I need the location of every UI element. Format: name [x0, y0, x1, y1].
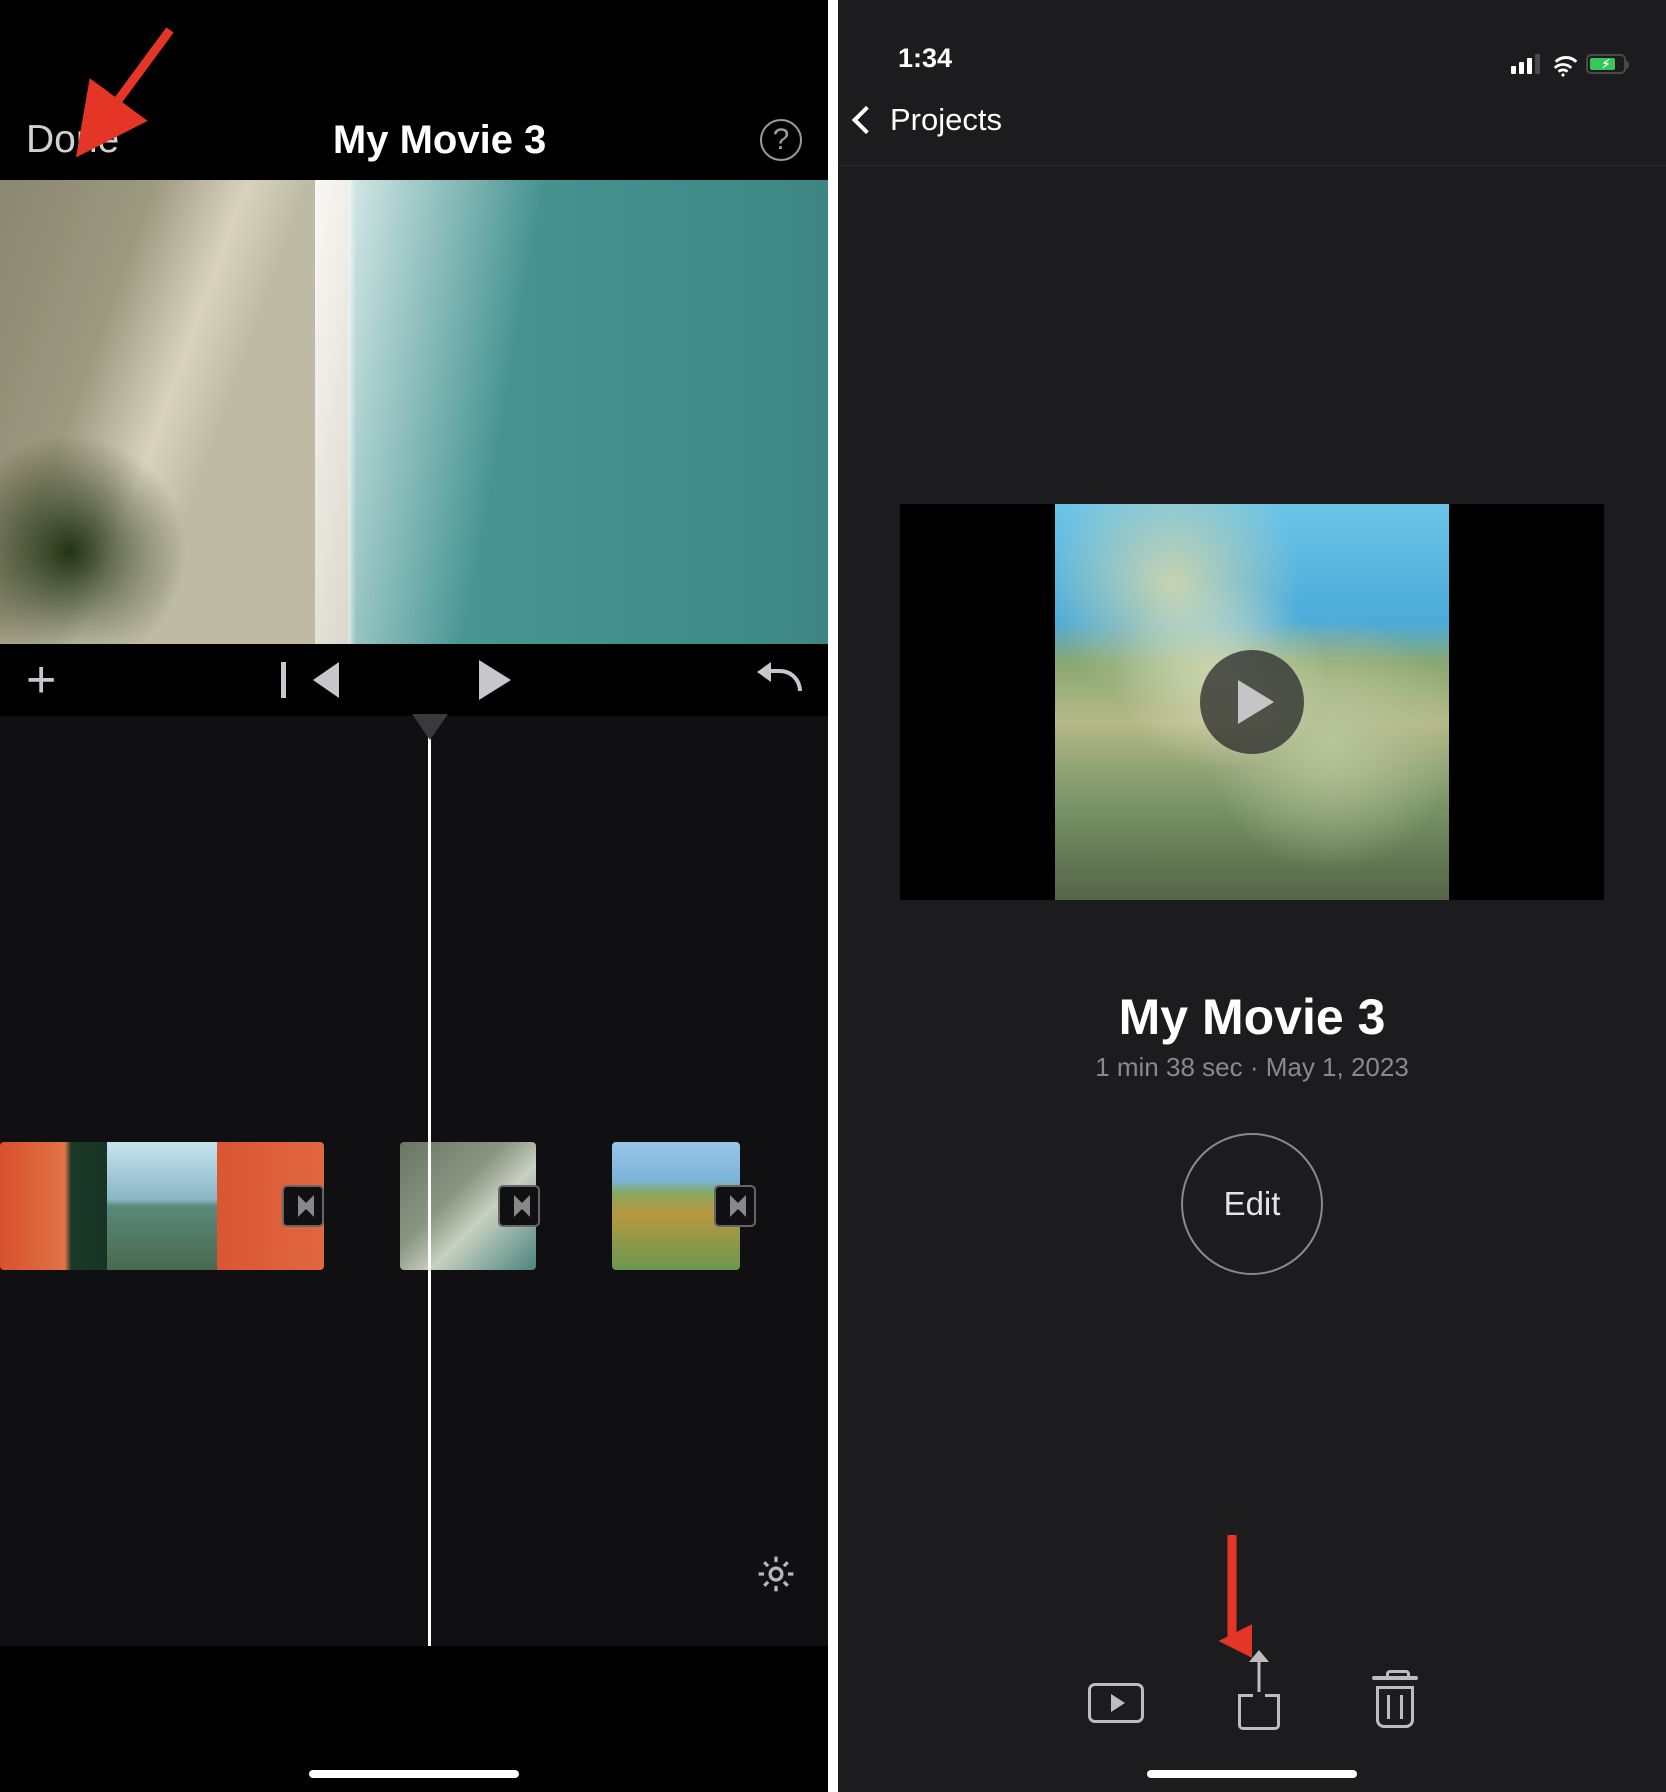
- play-icon[interactable]: [479, 660, 511, 700]
- undo-icon[interactable]: [768, 669, 802, 691]
- clip-row: [0, 1142, 828, 1270]
- share-arrow-icon: [1258, 1660, 1261, 1692]
- annotation-arrow-done: [100, 20, 190, 145]
- project-title: My Movie 3: [333, 118, 546, 163]
- delete-button[interactable]: [1374, 1678, 1416, 1728]
- annotation-arrow-share: [1212, 1531, 1252, 1666]
- editor-screen: Done My Movie 3 ? +: [0, 0, 828, 1792]
- status-bar: 1:34 ⚡︎: [838, 0, 1666, 74]
- back-chevron-icon[interactable]: [852, 105, 880, 133]
- edit-button[interactable]: Edit: [1181, 1133, 1323, 1275]
- settings-button[interactable]: [754, 1552, 798, 1596]
- timeline[interactable]: [0, 716, 828, 1646]
- gear-icon: [754, 1552, 798, 1596]
- playhead-marker-icon: [412, 714, 448, 740]
- skip-to-start-icon[interactable]: [313, 662, 339, 698]
- video-preview[interactable]: [0, 180, 828, 644]
- transition-icon: [514, 1195, 525, 1217]
- transition-button[interactable]: [714, 1185, 756, 1227]
- home-indicator[interactable]: [1147, 1770, 1357, 1778]
- home-indicator[interactable]: [309, 1770, 519, 1778]
- play-project-button[interactable]: [1088, 1683, 1144, 1723]
- transition-button[interactable]: [498, 1185, 540, 1227]
- add-media-button[interactable]: +: [26, 654, 56, 706]
- transition-icon: [730, 1195, 741, 1217]
- trash-body-icon: [1376, 1686, 1414, 1728]
- battery-icon: ⚡︎: [1586, 54, 1626, 74]
- transition-icon: [298, 1195, 309, 1217]
- status-time: 1:34: [898, 43, 952, 74]
- share-box-icon: [1238, 1694, 1280, 1730]
- timeline-clip[interactable]: [0, 1142, 324, 1270]
- back-label[interactable]: Projects: [890, 102, 1002, 138]
- transition-button[interactable]: [282, 1185, 324, 1227]
- project-meta: 1 min 38 sec · May 1, 2023: [838, 1052, 1666, 1083]
- project-detail-screen: 1:34 ⚡︎ Projects My Movie 3 1 min 38: [838, 0, 1666, 1792]
- share-button[interactable]: [1238, 1676, 1280, 1730]
- project-thumbnail[interactable]: [900, 504, 1604, 900]
- trash-lid-icon: [1372, 1676, 1418, 1680]
- playhead[interactable]: [428, 716, 431, 1646]
- cellular-icon: [1511, 54, 1540, 74]
- wifi-icon: [1550, 54, 1576, 74]
- project-title: My Movie 3: [838, 988, 1666, 1046]
- bottom-toolbar: [838, 1668, 1666, 1738]
- help-button[interactable]: ?: [760, 119, 802, 161]
- play-overlay-icon[interactable]: [1200, 650, 1304, 754]
- charging-icon: ⚡︎: [1602, 57, 1610, 71]
- projects-nav-bar: Projects: [838, 74, 1666, 166]
- playback-controls: +: [0, 644, 828, 716]
